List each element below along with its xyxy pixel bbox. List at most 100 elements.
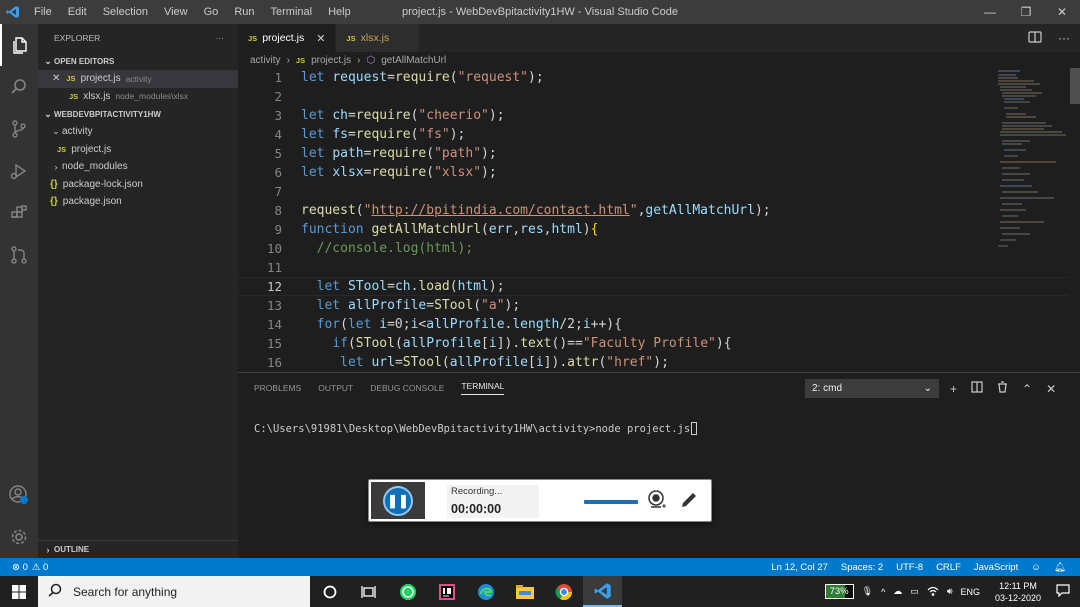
breadcrumb-item[interactable]: project.js <box>311 55 351 66</box>
chrome-icon[interactable] <box>544 576 583 607</box>
open-editor-item[interactable]: ✕ JS project.js activity <box>38 70 238 88</box>
battery-icon[interactable]: ▭ <box>910 586 919 597</box>
new-terminal-icon[interactable]: + <box>950 382 957 396</box>
panel-actions: + ⌃ ✕ <box>950 379 1056 398</box>
run-debug-icon[interactable] <box>0 150 38 192</box>
pull-request-icon[interactable] <box>0 234 38 276</box>
tab-terminal[interactable]: TERMINAL <box>461 381 505 395</box>
warnings-count[interactable]: ⚠ 0 <box>32 562 48 573</box>
terminal-output[interactable]: C:\Users\91981\Desktop\WebDevBpitactivit… <box>254 422 698 435</box>
more-actions-icon[interactable]: ··· <box>1058 31 1070 45</box>
breadcrumb-item[interactable]: getAllMatchUrl <box>381 55 446 66</box>
edge-icon[interactable] <box>466 576 505 607</box>
explorer-sidebar: EXPLORER ··· ⌄ OPEN EDITORS ✕ JS project.… <box>38 24 238 558</box>
line-ending[interactable]: CRLF <box>936 562 961 573</box>
code-text: let url=STool(allProfile[i]).attr("href"… <box>340 355 669 370</box>
tab-debug-console[interactable]: DEBUG CONSOLE <box>370 383 444 393</box>
file-explorer-icon[interactable] <box>505 576 544 607</box>
account-icon[interactable] <box>0 474 38 516</box>
open-editors-section[interactable]: ⌄ OPEN EDITORS <box>38 52 238 70</box>
workspace-section[interactable]: ⌄ WEBDEVBPITACTIVITY1HW <box>38 105 238 123</box>
recorder-pause-area: ❚❚ <box>371 482 425 519</box>
whatsapp-icon[interactable] <box>388 576 427 607</box>
line-number: 16 <box>266 355 282 370</box>
code-line: 6 let xlsx=require("xlsx"); <box>238 163 1068 182</box>
menu-terminal[interactable]: Terminal <box>263 0 321 24</box>
breadcrumb-item[interactable]: activity <box>250 55 281 66</box>
function-symbol-icon: ⬡ <box>366 54 376 66</box>
menu-help[interactable]: Help <box>320 0 359 24</box>
outline-section[interactable]: › OUTLINE <box>38 540 238 558</box>
code-line: 14 for(let i=0;i<allProfile.length/2;i++… <box>238 315 1068 334</box>
menu-selection[interactable]: Selection <box>95 0 156 24</box>
close-window-button[interactable]: ✕ <box>1044 0 1080 24</box>
explorer-icon[interactable] <box>0 24 38 66</box>
tab-problems[interactable]: PROBLEMS <box>254 383 301 393</box>
menu-file[interactable]: File <box>26 0 60 24</box>
js-file-icon: JS <box>295 55 306 65</box>
more-actions-icon[interactable]: ··· <box>216 33 225 43</box>
volume-icon[interactable]: 🔊︎ <box>947 586 953 597</box>
settings-gear-icon[interactable] <box>0 516 38 558</box>
windows-start-icon[interactable] <box>0 576 38 607</box>
tree-file-package-json[interactable]: {} package.json <box>38 193 238 211</box>
extensions-icon[interactable] <box>0 192 38 234</box>
close-editor-icon[interactable]: ✕ <box>52 73 60 84</box>
maximize-button[interactable]: ❐ <box>1008 0 1044 24</box>
minimize-button[interactable]: — <box>972 0 1008 24</box>
cloud-icon[interactable]: ☁︎ <box>893 586 902 597</box>
taskbar-search[interactable]: Search for anything <box>38 576 310 607</box>
encoding[interactable]: UTF-8 <box>896 562 923 573</box>
tree-file-project-js[interactable]: JS project.js <box>38 141 238 159</box>
terminal-select[interactable]: 2: cmd ⌄ <box>805 379 939 398</box>
editor-scrollbar[interactable] <box>1068 68 1080 372</box>
cortana-icon[interactable] <box>310 576 349 607</box>
line-number: 4 <box>274 127 282 142</box>
close-panel-icon[interactable]: ✕ <box>1046 382 1056 396</box>
menu-edit[interactable]: Edit <box>60 0 95 24</box>
split-editor-icon[interactable] <box>1028 30 1042 46</box>
open-editors-label: OPEN EDITORS <box>54 56 115 66</box>
pen-icon[interactable] <box>679 490 699 515</box>
maximize-panel-icon[interactable]: ⌃ <box>1022 382 1032 396</box>
source-control-icon[interactable] <box>0 108 38 150</box>
close-tab-icon[interactable]: ✕ <box>316 32 325 45</box>
minimap[interactable] <box>996 68 1068 253</box>
task-view-icon[interactable] <box>349 576 388 607</box>
trash-icon[interactable] <box>997 381 1008 396</box>
split-terminal-icon[interactable] <box>971 381 983 396</box>
wifi-icon[interactable] <box>927 586 939 598</box>
menu-go[interactable]: Go <box>196 0 227 24</box>
tree-folder-node-modules[interactable]: › node_modules <box>38 158 238 176</box>
tree-folder-activity[interactable]: ⌄ activity <box>38 123 238 141</box>
tab-project-js[interactable]: JS project.js ✕ <box>238 24 337 52</box>
menu-view[interactable]: View <box>156 0 196 24</box>
open-editor-name: project.js <box>80 73 121 85</box>
js-file-icon: JS <box>69 91 79 101</box>
errors-count[interactable]: ⊗ 0 <box>12 562 28 573</box>
feedback-icon[interactable]: ☺ <box>1031 562 1041 573</box>
notification-center-icon[interactable] <box>1056 584 1070 599</box>
scrollbar-thumb[interactable] <box>1070 68 1080 104</box>
language-indicator[interactable]: ENG <box>960 587 980 597</box>
intellij-icon[interactable] <box>427 576 466 607</box>
battery-indicator[interactable]: 73% <box>824 584 854 599</box>
tab-xlsx-js[interactable]: JS xlsx.js <box>336 24 421 52</box>
cursor-position[interactable]: Ln 12, Col 27 <box>771 562 828 573</box>
tab-output[interactable]: OUTPUT <box>318 383 353 393</box>
vscode-taskbar-icon[interactable] <box>583 576 622 607</box>
open-editor-item[interactable]: JS xlsx.js node_modules\xlsx <box>38 88 238 106</box>
clock[interactable]: 12:11 PM 03-12-2020 <box>988 580 1048 604</box>
search-icon[interactable] <box>0 66 38 108</box>
chevron-up-icon[interactable]: ^ <box>881 587 885 597</box>
language-mode[interactable]: JavaScript <box>974 562 1018 573</box>
indentation[interactable]: Spaces: 2 <box>841 562 883 573</box>
tree-file-package-lock[interactable]: {} package-lock.json <box>38 176 238 194</box>
line-number: 11 <box>266 260 282 275</box>
notifications-bell-icon[interactable]: 🔔︎ <box>1054 562 1066 573</box>
code-editor[interactable]: 1 let request=require("request"); 2 3 let … <box>238 68 1068 372</box>
menu-run[interactable]: Run <box>226 0 262 24</box>
pause-button[interactable]: ❚❚ <box>383 485 413 516</box>
microphone-icon[interactable]: 🎙︎ <box>862 586 873 597</box>
webcam-icon[interactable] <box>647 489 667 518</box>
